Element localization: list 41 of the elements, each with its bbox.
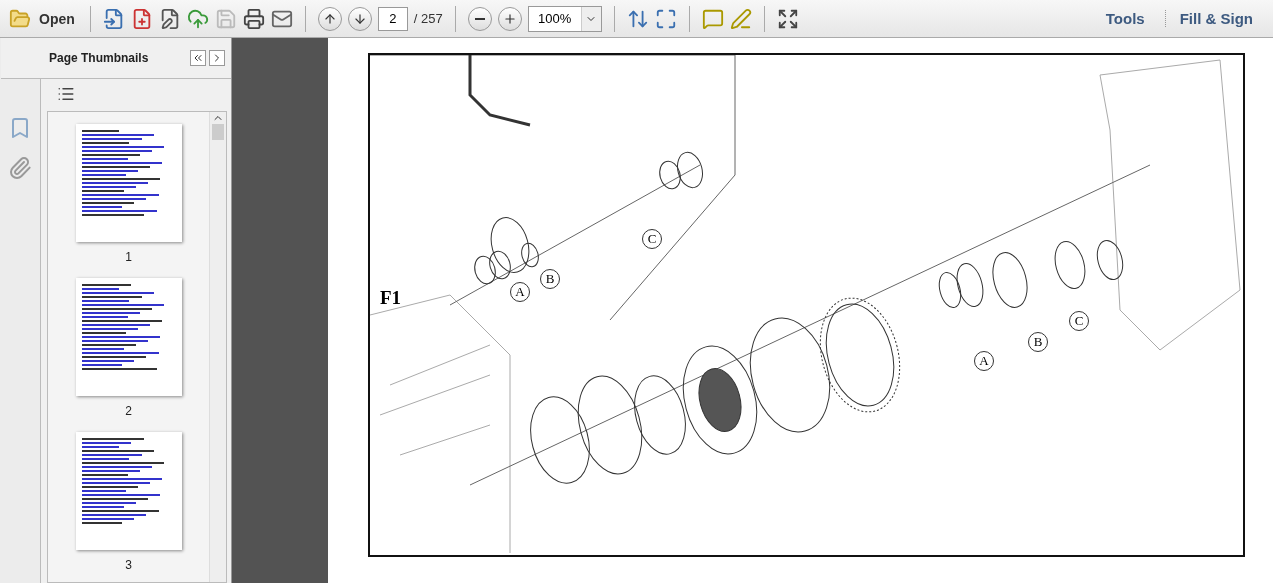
callout-label: C [642,229,662,249]
callout-label: B [540,269,560,289]
cloud-upload-icon[interactable] [186,7,209,30]
panel-title: Page Thumbnails [49,51,150,65]
callout-label: C [1069,311,1089,331]
page-thumbnail[interactable] [75,278,182,396]
figure-label: F1 [380,287,402,309]
double-chevron-icon [192,52,204,64]
toolbar-link[interactable]: Fill & Sign [1164,10,1267,27]
previous-page-button[interactable] [317,6,342,31]
expand-button[interactable] [209,50,225,66]
open-button[interactable]: Open [6,4,78,33]
zoom-out-button[interactable] [467,6,492,31]
callout-label: A [510,282,530,302]
zoom-in-button[interactable] [497,6,522,31]
highlight-text-icon[interactable] [729,7,752,30]
page-label: 1 [125,250,132,264]
page-total: / 257 [413,11,443,26]
zoom-dropdown-button[interactable] [580,6,601,31]
page-thumbnail[interactable] [75,432,182,550]
callout-label: B [1028,332,1048,352]
scrollbar-thumb[interactable] [212,124,224,140]
print-icon[interactable] [242,7,265,30]
page-label: 2 [125,404,132,418]
comment-icon[interactable] [701,7,724,30]
document-arrow-icon[interactable] [102,7,125,30]
collapse-button[interactable] [190,50,206,66]
paperclip-icon[interactable] [8,156,32,180]
next-page-button[interactable] [347,6,372,31]
plus-icon [502,11,517,26]
minus-icon [474,17,485,20]
scrollbar[interactable] [209,112,226,582]
options-icon[interactable] [57,85,75,103]
fit-page-icon[interactable] [654,7,677,30]
toolbar-link[interactable]: Tools [1091,10,1159,27]
folder-icon [9,7,31,30]
page-thumbnail[interactable] [75,124,182,242]
callout-label: A [974,351,994,371]
full-screen-icon[interactable] [776,7,799,30]
page-number-field[interactable]: 2 [377,6,408,31]
page-label: 3 [125,558,132,572]
